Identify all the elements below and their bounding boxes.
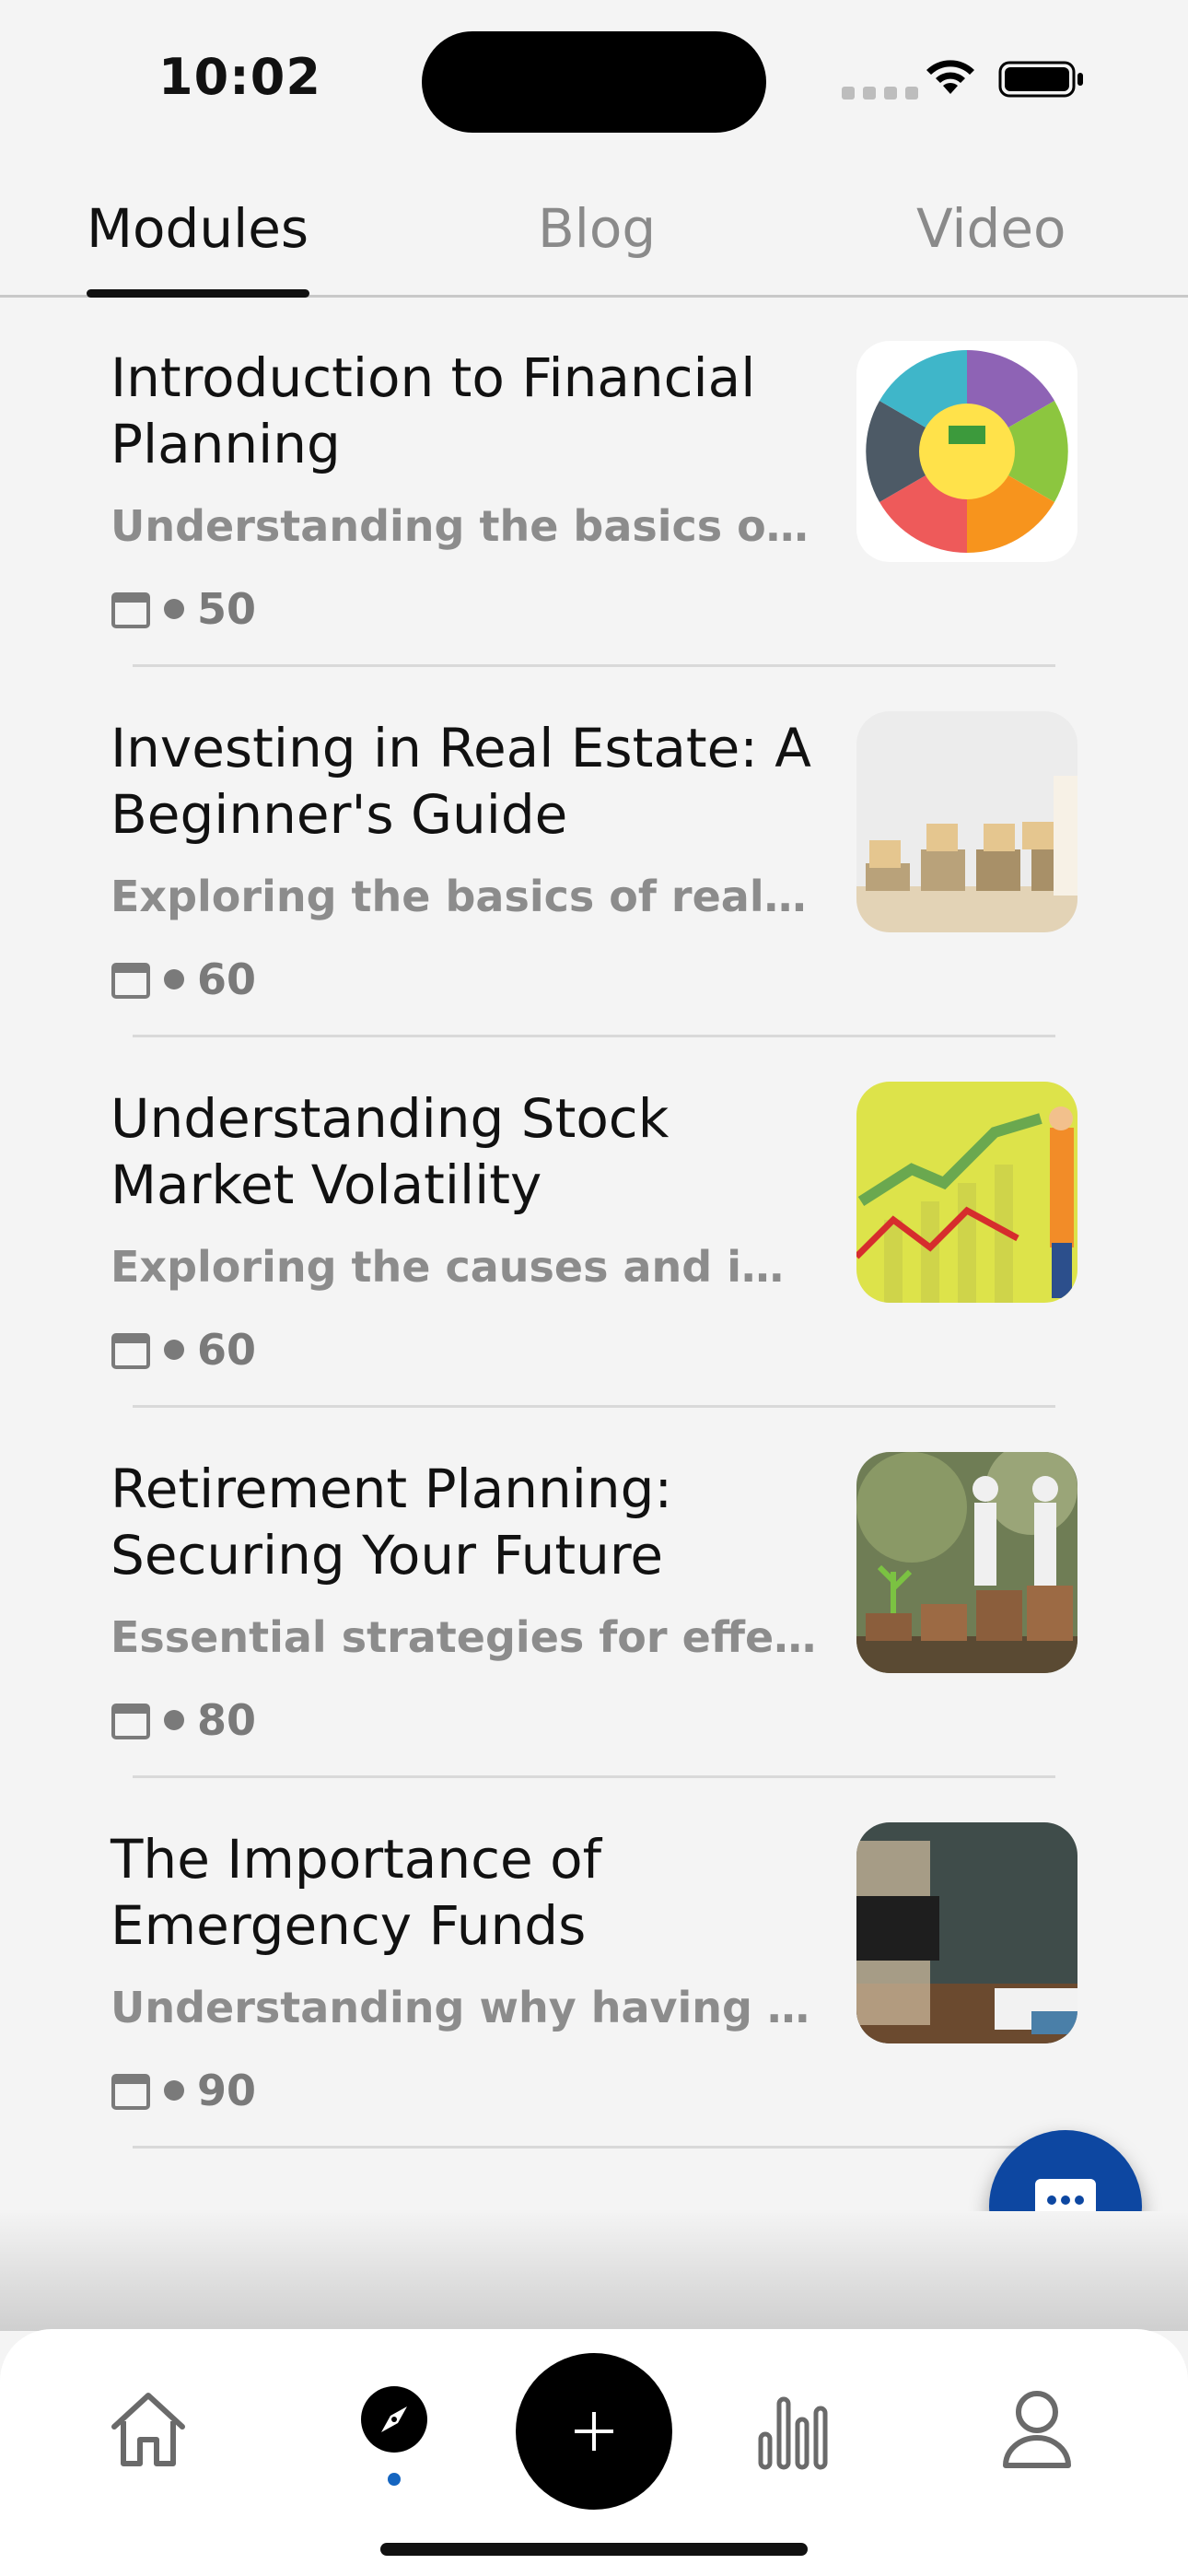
add-button[interactable] (516, 2353, 672, 2510)
calendar-icon (111, 592, 150, 628)
emergency-fund-jar-image (856, 1822, 1077, 2043)
profile-icon[interactable] (1000, 2388, 1074, 2471)
module-title: Retirement Planning: Securing Your Futur… (111, 1458, 672, 1587)
calendar-icon (111, 1704, 150, 1739)
module-title: Introduction to Financial Planning (111, 346, 756, 475)
module-list: Introduction to Financial Planning Under… (0, 297, 1188, 2149)
module-item[interactable]: Introduction to Financial Planning Under… (0, 297, 1188, 667)
module-item[interactable]: Understanding Stock Market Volatility Ex… (0, 1037, 1188, 1408)
nav-shadow (0, 2211, 1188, 2331)
tab-video[interactable]: Video (916, 197, 1066, 260)
home-indicator (380, 2543, 808, 2556)
dynamic-island (422, 31, 766, 133)
wifi-icon (926, 60, 974, 94)
bullet-dot (164, 1340, 184, 1360)
status-time: 10:02 (158, 48, 321, 106)
module-item[interactable]: The Importance of Emergency Funds Unders… (0, 1778, 1188, 2149)
module-meta: 60 (111, 954, 256, 1004)
bar-chart-icon[interactable] (757, 2388, 831, 2471)
bullet-dot (164, 969, 184, 989)
module-value: 60 (197, 954, 257, 1004)
status-bar: 10:02 (0, 0, 1188, 157)
tab-blog[interactable]: Blog (538, 197, 656, 260)
bullet-dot (164, 1710, 184, 1730)
module-item[interactable]: Retirement Planning: Securing Your Futur… (0, 1408, 1188, 1778)
invest-blocks-coins-image (856, 711, 1077, 932)
module-title: Investing in Real Estate: A Beginner's G… (111, 717, 811, 846)
calendar-icon (111, 963, 150, 999)
compass-icon[interactable] (359, 2384, 429, 2454)
calendar-icon (111, 1333, 150, 1369)
tab-bar: Modules Blog Video (0, 175, 1188, 298)
module-meta: 80 (111, 1695, 256, 1745)
bottom-navigation (0, 2329, 1188, 2576)
module-value: 90 (197, 2066, 257, 2115)
bullet-dot (164, 2080, 184, 2101)
module-item[interactable]: Investing in Real Estate: A Beginner's G… (0, 667, 1188, 1037)
module-description: Understanding why having an... (111, 1983, 820, 2032)
module-meta: 60 (111, 1325, 256, 1375)
home-icon[interactable] (107, 2388, 190, 2471)
module-value: 50 (197, 584, 257, 634)
tab-modules[interactable]: Modules (87, 197, 309, 260)
financial-planning-process-image (856, 341, 1077, 562)
retirement-coins-image (856, 1452, 1077, 1673)
add-icon (575, 2412, 613, 2451)
module-description: Exploring the causes and impl... (111, 1242, 820, 1292)
module-meta: 90 (111, 2066, 256, 2115)
module-value: 60 (197, 1325, 257, 1375)
stock-chart-image (856, 1082, 1077, 1303)
calendar-icon (111, 2074, 150, 2110)
module-description: Essential strategies for effecti... (111, 1612, 820, 1662)
battery-icon (998, 61, 1083, 98)
module-title: The Importance of Emergency Funds (111, 1828, 602, 1957)
module-description: Understanding the basics of fi... (111, 501, 820, 551)
bullet-dot (164, 599, 184, 619)
module-title: Understanding Stock Market Volatility (111, 1087, 670, 1216)
module-meta: 50 (111, 584, 256, 634)
active-nav-indicator (388, 2473, 401, 2486)
module-description: Exploring the basics of real es... (111, 872, 820, 921)
module-value: 80 (197, 1695, 257, 1745)
divider (133, 2146, 1055, 2149)
cellular-signal-icon (842, 87, 918, 100)
